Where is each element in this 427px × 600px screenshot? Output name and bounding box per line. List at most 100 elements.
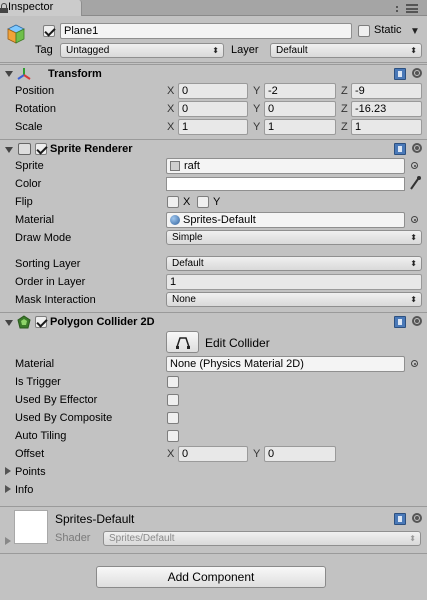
object-name-field[interactable]: Plane1 (60, 23, 352, 39)
active-checkbox[interactable] (43, 25, 55, 37)
draw-mode-dropdown[interactable]: Simple ⬍ (166, 230, 422, 245)
tag-dropdown[interactable]: Untagged ⬍ (60, 43, 224, 58)
info-foldout-icon[interactable] (5, 485, 11, 493)
mask-interaction-label: Mask Interaction (15, 294, 96, 306)
sprite-value: raft (184, 160, 200, 172)
sorting-layer-value: Default (172, 258, 204, 269)
rotation-y-field[interactable]: 0 (264, 101, 336, 117)
static-dropdown-arrow-icon[interactable]: ▼ (410, 26, 420, 37)
mask-interaction-value: None (172, 294, 196, 305)
tag-value: Untagged (66, 45, 110, 56)
dropdown-arrow-icon: ⬍ (212, 46, 219, 55)
axis-y-label[interactable]: Y (253, 448, 260, 460)
material-value: Sprites-Default (183, 214, 256, 226)
edit-collider-label: Edit Collider (205, 336, 270, 350)
auto-tiling-checkbox[interactable] (167, 430, 179, 442)
offset-x-field[interactable]: 0 (178, 446, 248, 462)
points-foldout-icon[interactable] (5, 467, 11, 475)
shader-label: Shader (55, 532, 91, 544)
sorting-layer-dropdown[interactable]: Default ⬍ (166, 256, 422, 271)
dropdown-arrow-icon: ⬍ (409, 534, 416, 543)
material-label: Material (15, 214, 55, 226)
draw-mode-label: Draw Mode (15, 232, 72, 244)
tab-inspector[interactable]: Inspector (0, 0, 82, 16)
offset-label: Offset (15, 448, 45, 460)
used-by-composite-checkbox[interactable] (167, 412, 179, 424)
tab-bar: Inspector (0, 0, 427, 16)
position-y-field[interactable]: -2 (264, 83, 336, 99)
axis-y-label[interactable]: Y (253, 85, 260, 97)
object-picker-icon[interactable] (411, 360, 418, 367)
collider-material-field[interactable]: None (Physics Material 2D) (166, 356, 405, 372)
is-trigger-checkbox[interactable] (167, 376, 179, 388)
dropdown-arrow-icon: ⬍ (410, 46, 417, 55)
polygon-collider-icon (17, 315, 31, 329)
flip-y-checkbox[interactable] (197, 196, 209, 208)
points-label[interactable]: Points (15, 466, 46, 478)
axis-z-label[interactable]: Z (341, 103, 348, 115)
object-picker-icon[interactable] (411, 216, 418, 223)
axis-z-label[interactable]: Z (341, 85, 348, 97)
layer-dropdown[interactable]: Default ⬍ (270, 43, 422, 58)
shader-dropdown[interactable]: Sprites/Default ⬍ (103, 531, 421, 546)
order-in-layer-field[interactable]: 1 (166, 274, 422, 290)
polygon-collider-foldout-icon[interactable] (5, 320, 13, 326)
axis-x-label[interactable]: X (167, 448, 174, 460)
auto-tiling-label: Auto Tiling (15, 430, 67, 442)
info-label[interactable]: Info (15, 484, 33, 496)
axis-y-label[interactable]: Y (253, 103, 260, 115)
help-book-icon[interactable] (394, 513, 406, 525)
offset-y-field[interactable]: 0 (264, 446, 336, 462)
scale-z-field[interactable]: 1 (351, 119, 422, 135)
used-by-composite-label: Used By Composite (15, 412, 113, 424)
scale-label: Scale (15, 121, 43, 133)
help-book-icon[interactable] (394, 316, 406, 328)
axis-x-label[interactable]: X (167, 85, 174, 97)
mask-interaction-dropdown[interactable]: None ⬍ (166, 292, 422, 307)
transform-foldout-icon[interactable] (5, 71, 13, 77)
settings-cog-icon[interactable] (412, 68, 422, 78)
scale-x-field[interactable]: 1 (178, 119, 248, 135)
position-z-field[interactable]: -9 (351, 83, 422, 99)
axis-y-label[interactable]: Y (253, 121, 260, 133)
scale-y-field[interactable]: 1 (264, 119, 336, 135)
sprite-renderer-foldout-icon[interactable] (5, 147, 13, 153)
axis-x-label[interactable]: X (167, 103, 174, 115)
help-book-icon[interactable] (394, 68, 406, 80)
eyedropper-icon[interactable] (409, 176, 421, 190)
transform-axes-icon (17, 68, 31, 80)
gameobject-cube-icon (7, 24, 25, 44)
used-by-effector-checkbox[interactable] (167, 394, 179, 406)
lock-icon[interactable] (0, 3, 8, 13)
sprite-renderer-enabled-checkbox[interactable] (35, 143, 47, 155)
draw-mode-value: Simple (172, 232, 203, 243)
settings-cog-icon[interactable] (412, 316, 422, 326)
material-field[interactable]: Sprites-Default (166, 212, 405, 228)
position-label: Position (15, 85, 55, 97)
divider (0, 506, 427, 507)
help-book-icon[interactable] (394, 143, 406, 155)
rotation-x-field[interactable]: 0 (178, 101, 248, 117)
add-component-button[interactable]: Add Component (96, 566, 326, 588)
polygon-collider-enabled-checkbox[interactable] (35, 316, 47, 328)
layer-label: Layer (231, 44, 259, 56)
axis-z-label[interactable]: Z (341, 121, 348, 133)
edit-collider-button[interactable] (166, 331, 199, 353)
tab-menu-button[interactable] (390, 1, 426, 15)
object-picker-icon[interactable] (411, 162, 418, 169)
flip-x-checkbox[interactable] (167, 196, 179, 208)
settings-cog-icon[interactable] (412, 513, 422, 523)
color-swatch[interactable] (166, 177, 405, 191)
shader-foldout-icon[interactable] (5, 537, 11, 545)
sprite-label: Sprite (15, 160, 44, 172)
static-label: Static (374, 24, 402, 36)
shader-value: Sprites/Default (109, 533, 175, 544)
divider (0, 553, 427, 554)
rotation-z-field[interactable]: -16.23 (351, 101, 422, 117)
settings-cog-icon[interactable] (412, 143, 422, 153)
position-x-field[interactable]: 0 (178, 83, 248, 99)
axis-x-label[interactable]: X (167, 121, 174, 133)
static-checkbox[interactable] (358, 25, 370, 37)
sprite-field[interactable]: raft (166, 158, 405, 174)
edit-collider-icon (175, 337, 190, 349)
